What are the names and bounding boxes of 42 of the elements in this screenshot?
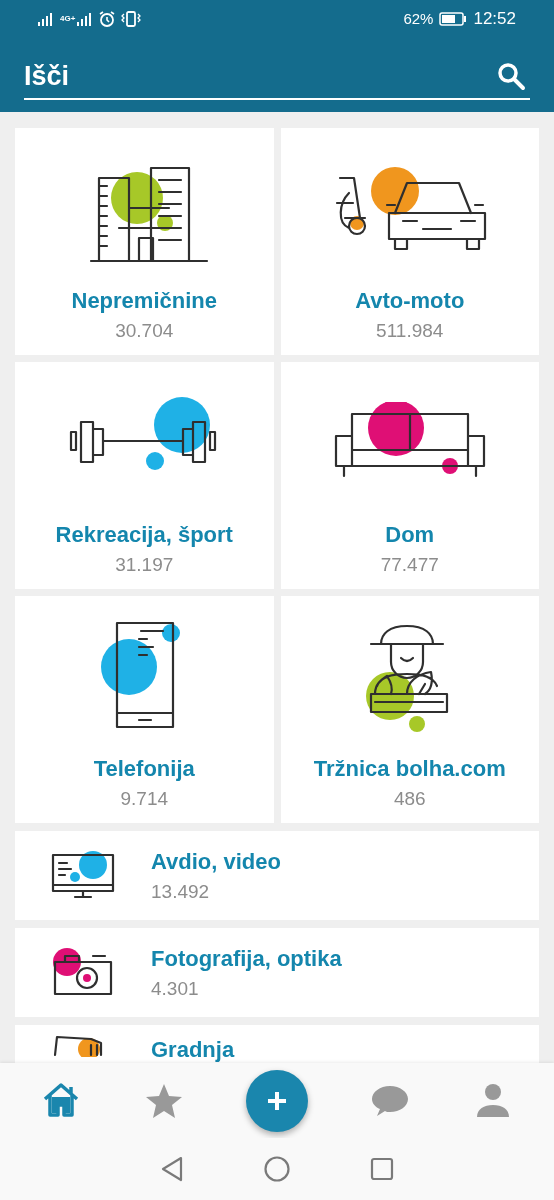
category-title: Fotografija, optika (151, 944, 342, 973)
category-count: 13.492 (151, 879, 211, 904)
category-card[interactable]: Avto-moto 511.984 (280, 128, 539, 355)
search-icon[interactable] (496, 61, 526, 91)
category-count: 77.477 (380, 553, 439, 577)
category-title: Avto-moto (355, 287, 465, 315)
back-icon[interactable] (160, 1156, 184, 1182)
category-card[interactable]: Tržnica bolha.com 486 (280, 596, 539, 823)
category-title: Nepremičnine (71, 287, 217, 315)
category-card[interactable]: Rekreacija, šport 31.197 (15, 362, 274, 589)
add-button[interactable] (245, 1069, 308, 1132)
plus-icon (265, 1089, 288, 1112)
alarm-icon (99, 11, 116, 27)
recents-icon[interactable] (370, 1157, 394, 1181)
category-count: 9.714 (120, 787, 168, 811)
category-row[interactable]: Fotografija, optika 4.301 (15, 928, 539, 1017)
category-title: Tržnica bolha.com (313, 755, 506, 783)
category-count: 486 (393, 787, 426, 811)
category-count: 511.984 (376, 319, 444, 343)
category-card[interactable]: Telefonija 9.714 (15, 596, 274, 823)
category-row[interactable]: Avdio, video 13.492 (15, 831, 539, 920)
category-count: 4.301 (151, 976, 200, 1001)
category-title: Telefonija (93, 755, 195, 783)
signal-icon (38, 12, 54, 26)
category-title: Rekreacija, šport (55, 521, 233, 549)
clock-time: 12:52 (473, 8, 516, 31)
vibrate-icon (121, 11, 142, 27)
category-count: 30.704 (115, 319, 174, 343)
battery-icon (439, 12, 468, 26)
category-title: Dom (385, 521, 435, 549)
category-title: Gradnja (151, 1036, 235, 1063)
category-card[interactable]: Nepremičnine 30.704 (15, 128, 274, 355)
category-row[interactable]: Gradnja (15, 1025, 539, 1063)
category-card[interactable]: Dom 77.477 (280, 362, 539, 589)
home-circle-icon[interactable] (264, 1156, 290, 1182)
network-label: 4G+ (60, 15, 76, 23)
battery-percent: 62% (403, 8, 434, 29)
monitor-icon (51, 850, 115, 901)
camera-icon (51, 947, 115, 998)
signal-icon (77, 12, 94, 26)
category-title: Avdio, video (151, 847, 281, 876)
category-count: 31.197 (115, 553, 174, 577)
